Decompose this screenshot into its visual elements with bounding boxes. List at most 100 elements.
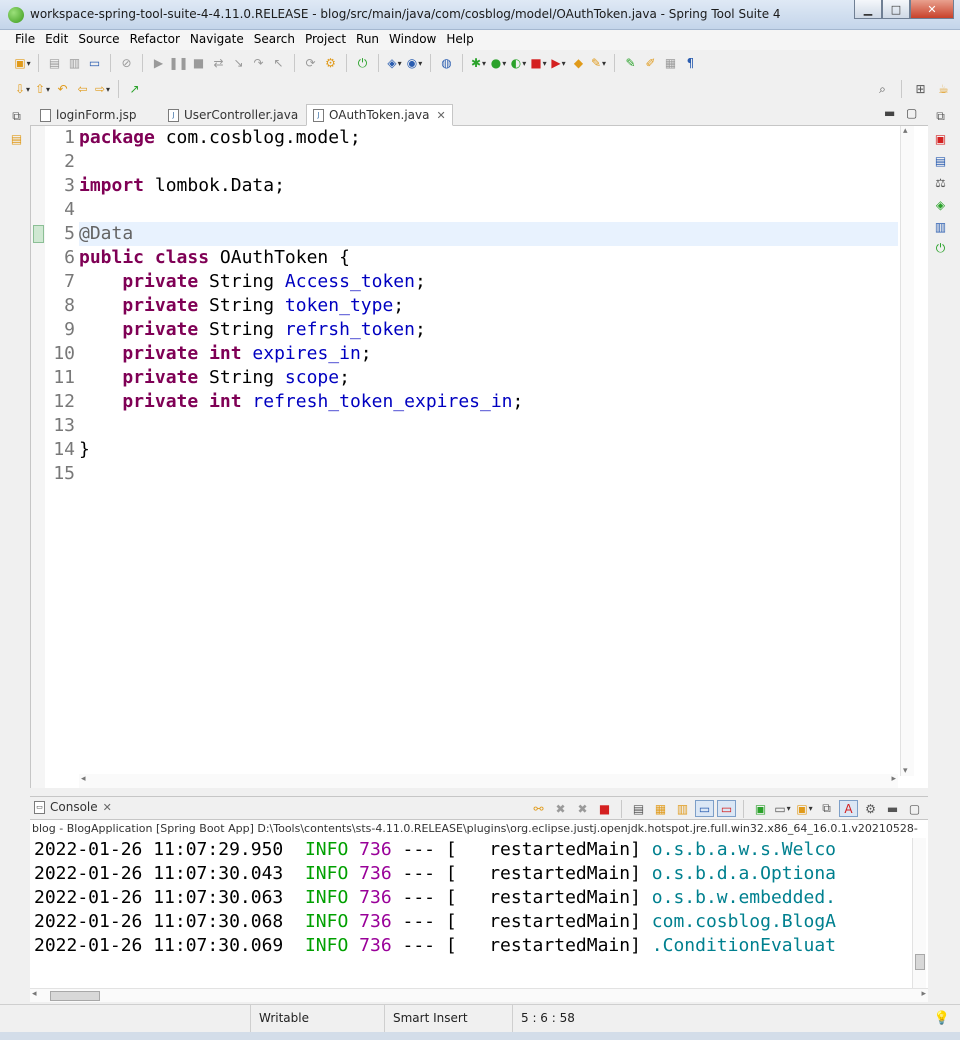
ansi-icon[interactable]: A	[839, 800, 858, 817]
boot-dashboard-icon[interactable]: ⏻	[932, 240, 949, 257]
minimize-editor-icon[interactable]: ▬	[884, 106, 895, 120]
code-line[interactable]: 14}	[53, 438, 898, 462]
disconnect-icon[interactable]: ⇄	[210, 55, 227, 72]
remove-launch-icon[interactable]: ✖	[551, 800, 570, 817]
code-line[interactable]: 15	[53, 462, 898, 486]
block-selection-icon[interactable]: ▦	[662, 55, 679, 72]
next-annotation-icon[interactable]: ⇩	[14, 81, 31, 98]
last-edit-location-icon[interactable]: ↶	[54, 81, 71, 98]
minimize-console-icon[interactable]: ▬	[883, 800, 902, 817]
editor-vertical-scrollbar[interactable]: ▴ ▾	[900, 126, 914, 776]
toggle-highlight-icon[interactable]: ✐	[642, 55, 659, 72]
menu-file[interactable]: File	[10, 30, 40, 50]
code-line[interactable]: 9 private String refrsh_token;	[64, 318, 898, 342]
editor-horizontal-scrollbar[interactable]: ◂ ▸	[79, 774, 898, 788]
forward-icon[interactable]: ⇨	[94, 81, 111, 98]
maximize-button[interactable]: □	[882, 0, 910, 19]
restore-icon[interactable]: ⧉	[932, 108, 949, 125]
code-line[interactable]: 6 public class OAuthToken {	[64, 246, 898, 270]
tip-bulb-icon[interactable]: 💡	[934, 1011, 950, 1026]
new-icon[interactable]: ▣	[14, 55, 31, 72]
search-tool-icon[interactable]: ✎	[590, 55, 607, 72]
toggle-mark-occurrences-icon[interactable]: ✎	[622, 55, 639, 72]
settings-icon[interactable]: ⚙	[861, 800, 880, 817]
open-perspective-icon[interactable]: ⊞	[912, 81, 929, 98]
open-console-icon[interactable]: ▭	[86, 55, 103, 72]
pin-console-icon[interactable]: ▣	[751, 800, 770, 817]
task-list-icon[interactable]: ▣	[932, 130, 949, 147]
code-line[interactable]: 4	[64, 198, 898, 222]
code-line[interactable]: 7 private String Access_token;	[64, 270, 898, 294]
code-line[interactable]: 10 private int expires_in;	[53, 342, 898, 366]
save-icon[interactable]: ▤	[46, 55, 63, 72]
scroll-right-icon[interactable]: ▸	[921, 989, 926, 999]
menu-navigate[interactable]: Navigate	[185, 30, 249, 50]
menu-help[interactable]: Help	[441, 30, 478, 50]
save-all-icon[interactable]: ▥	[66, 55, 83, 72]
console-vertical-scrollbar[interactable]	[912, 838, 926, 988]
code-line[interactable]: 13	[53, 414, 898, 438]
problems-icon[interactable]: ▥	[932, 218, 949, 235]
close-button[interactable]: ✕	[910, 0, 954, 19]
close-tab-icon[interactable]: ✕	[436, 109, 445, 122]
copy-icon[interactable]: ⧉	[817, 800, 836, 817]
link-icon[interactable]: ⚯	[529, 800, 548, 817]
scroll-thumb[interactable]	[50, 991, 100, 1001]
show-whitespace-icon[interactable]: ¶	[682, 55, 699, 72]
restore-icon[interactable]: ⧉	[8, 108, 25, 125]
previous-annotation-icon[interactable]: ⇧	[34, 81, 51, 98]
show-stdout-icon[interactable]: ▭	[695, 800, 714, 817]
run-icon[interactable]: ●	[490, 55, 507, 72]
web-browser-icon[interactable]: ◍	[438, 55, 455, 72]
pin-editor-icon[interactable]: ↗	[126, 81, 143, 98]
code-line[interactable]: 8 private String token_type;	[64, 294, 898, 318]
resume-icon[interactable]: ▶	[150, 55, 167, 72]
code-line[interactable]: 1 package com.cosblog.model;	[64, 126, 898, 150]
terminate-icon[interactable]: ■	[190, 55, 207, 72]
scroll-left-icon[interactable]: ◂	[32, 989, 37, 999]
power-icon[interactable]: ⏻	[354, 55, 371, 72]
step-into-icon[interactable]: ↘	[230, 55, 247, 72]
scroll-left-icon[interactable]: ◂	[81, 774, 86, 784]
stop-icon[interactable]: ■	[530, 55, 547, 72]
menu-run[interactable]: Run	[351, 30, 384, 50]
search-icon[interactable]: ⌕	[874, 81, 891, 98]
console-horizontal-scrollbar[interactable]: ◂ ▸	[30, 988, 928, 1002]
outline-icon[interactable]: ▤	[932, 152, 949, 169]
show-stderr-icon[interactable]: ▭	[717, 800, 736, 817]
step-return-icon[interactable]: ↖	[270, 55, 287, 72]
run-external-icon[interactable]: ◐	[510, 55, 527, 72]
close-tab-icon[interactable]: ✕	[103, 801, 112, 814]
refresh-icon[interactable]: ⟳	[302, 55, 319, 72]
suspend-icon[interactable]: ❚❚	[168, 55, 188, 72]
code-line[interactable]: 5 @Data	[64, 222, 898, 246]
tab-usercontroller-java[interactable]: J UserController.java	[162, 104, 304, 126]
terminate-icon[interactable]: ■	[595, 800, 614, 817]
minimize-button[interactable]: ▁	[854, 0, 882, 19]
package-explorer-icon[interactable]: ▤	[8, 130, 25, 147]
code-content[interactable]: 1 package com.cosblog.model; 2 3 import lomb…	[53, 126, 898, 486]
scroll-lock-icon[interactable]: ▦	[651, 800, 670, 817]
menu-window[interactable]: Window	[384, 30, 441, 50]
tab-oauthtoken-java[interactable]: J OAuthToken.java ✕	[306, 104, 453, 126]
code-line[interactable]: 2	[64, 150, 898, 174]
code-editor[interactable]: 1 package com.cosblog.model; 2 3 import lomb…	[30, 126, 928, 788]
new-java-class-icon[interactable]: ◉	[406, 55, 423, 72]
code-line[interactable]: 3 import lombok.Data;	[64, 174, 898, 198]
scroll-down-icon[interactable]: ▾	[903, 766, 908, 776]
tab-loginform-jsp[interactable]: loginForm.jsp	[34, 104, 142, 126]
hierarchy-icon[interactable]: ⚖	[932, 174, 949, 191]
code-line[interactable]: 11 private String scope;	[53, 366, 898, 390]
scroll-up-icon[interactable]: ▴	[903, 126, 908, 136]
new-spring-project-icon[interactable]: ◈	[386, 55, 403, 72]
debug-icon[interactable]: ✱	[470, 55, 487, 72]
console-output[interactable]: 2022-01-26 11:07:29.950 INFO 736 --- [ r…	[30, 838, 928, 988]
code-line[interactable]: 12 private int refresh_token_expires_in;	[53, 390, 898, 414]
menu-search[interactable]: Search	[249, 30, 300, 50]
relaunch-icon[interactable]: ▶	[550, 55, 567, 72]
maximize-console-icon[interactable]: ▢	[905, 800, 924, 817]
remove-all-icon[interactable]: ✖	[573, 800, 592, 817]
scroll-thumb[interactable]	[915, 954, 925, 970]
step-over-icon[interactable]: ↷	[250, 55, 267, 72]
open-console-icon[interactable]: ▣	[795, 800, 814, 817]
